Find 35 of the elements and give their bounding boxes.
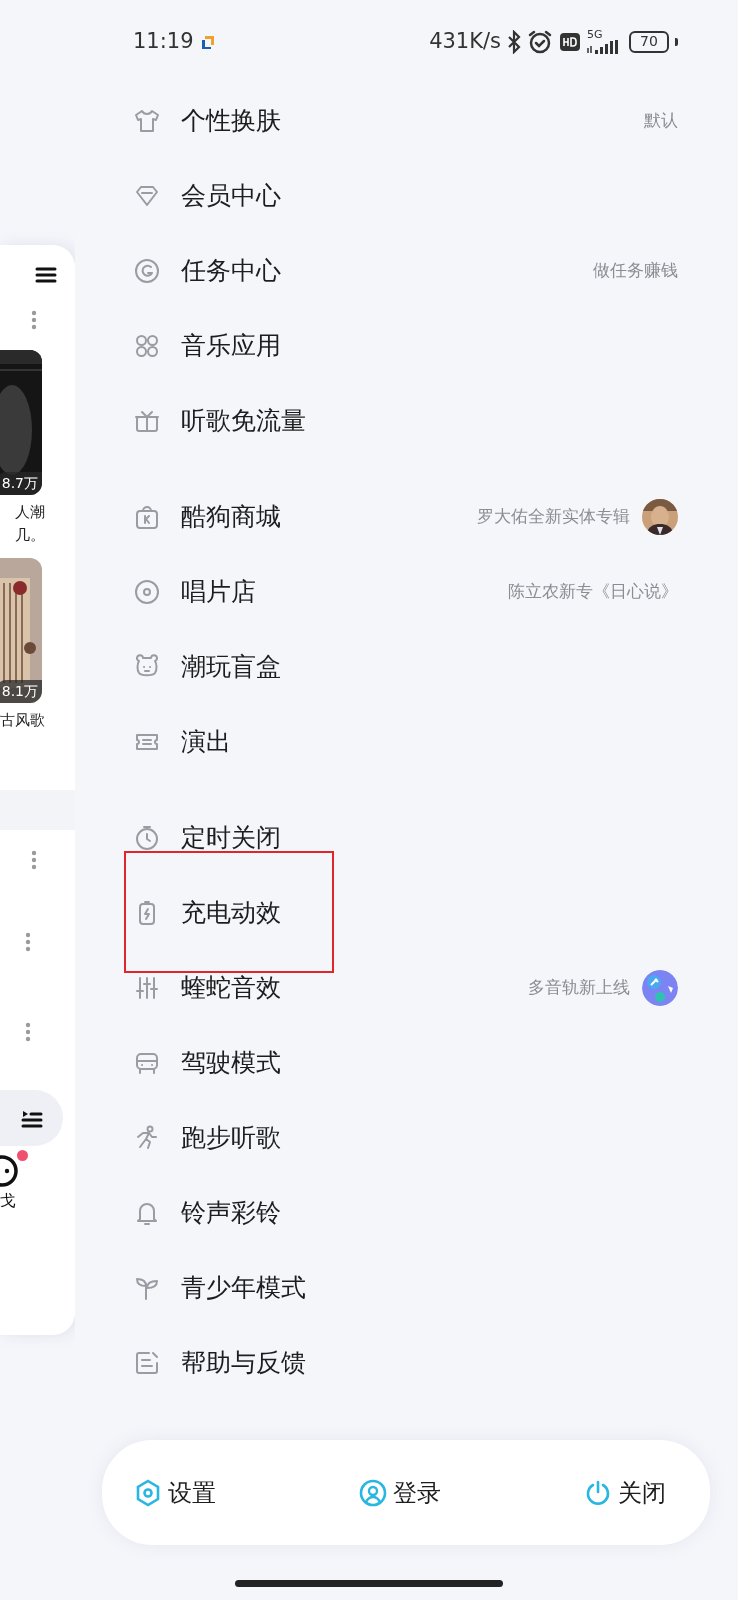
menu-item-label[interactable]: 酷狗商城 (181, 497, 281, 536)
network-type: 5G (587, 29, 603, 40)
menu-item-label[interactable]: 蝰蛇音效 (181, 968, 281, 1007)
network-speed: 431K/s (429, 27, 501, 55)
tab-label: 戈 (0, 1189, 16, 1212)
menu-item-label[interactable]: 潮玩盲盒 (181, 647, 281, 686)
caption-text: 几。 (14, 524, 46, 546)
menu-item-label[interactable]: 定时关闭 (181, 818, 281, 857)
menu-item-label[interactable]: 驾驶模式 (181, 1043, 281, 1082)
play-count: 8.7万 (0, 472, 42, 495)
menu-item-label[interactable]: 个性换肤 (181, 101, 281, 140)
menu-item-note: 陈立农新专《日心说》 (508, 579, 678, 603)
menu-item-label[interactable]: 演出 (181, 722, 231, 761)
menu-item-label[interactable]: 任务中心 (181, 251, 281, 290)
power-button[interactable]: 关闭 (584, 1474, 666, 1511)
login-button[interactable]: 登录 (359, 1474, 441, 1511)
caption-text: 人潮 (14, 502, 46, 523)
menu-item-note: 罗大佑全新实体专辑 (477, 504, 630, 528)
menu-item-label[interactable]: 音乐应用 (181, 326, 281, 365)
menu-item-label[interactable]: 跑步听歌 (181, 1118, 281, 1157)
menu-item-label[interactable]: 青少年模式 (181, 1268, 306, 1307)
battery-indicator: 70 (629, 30, 669, 53)
menu-item-note: 多音轨新上线 (528, 975, 630, 999)
menu-item-note: 默认 (644, 108, 678, 132)
menu-item-note: 做任务赚钱 (593, 258, 678, 282)
caption-text: 古风歌 (0, 710, 46, 731)
menu-item-label[interactable]: 帮助与反馈 (181, 1343, 306, 1382)
menu-item-label[interactable]: 会员中心 (181, 176, 281, 215)
menu-item-label[interactable]: 铃声彩铃 (181, 1193, 281, 1232)
status-time: 11:19 (133, 27, 194, 55)
menu-item-label[interactable]: 充电动效 (181, 893, 281, 932)
play-count: 8.1万 (0, 680, 42, 703)
menu-item-label[interactable]: 唱片店 (181, 572, 256, 611)
settings-button[interactable]: 设置 (134, 1474, 216, 1511)
menu-item-label[interactable]: 听歌免流量 (181, 401, 306, 440)
